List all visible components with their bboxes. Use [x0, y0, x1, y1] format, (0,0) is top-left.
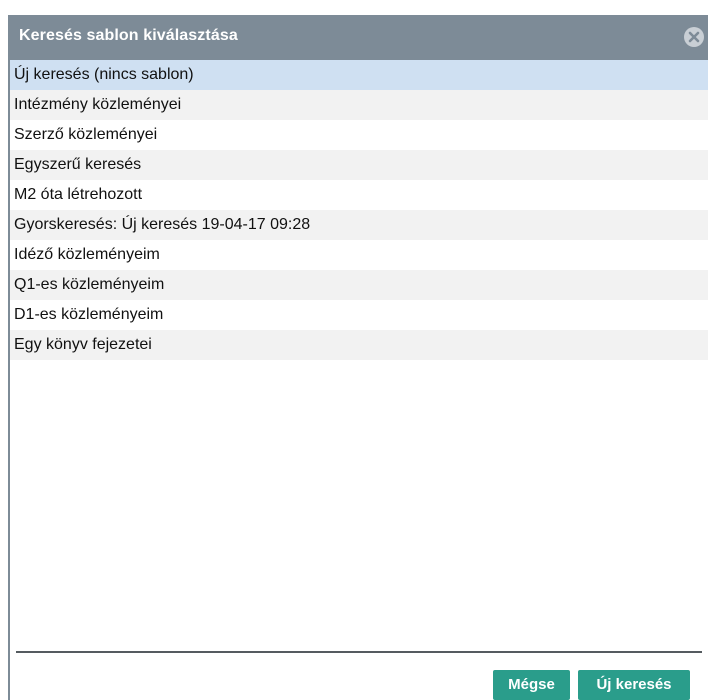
- list-item[interactable]: Idéző közleményeim: [10, 240, 708, 270]
- list-item[interactable]: Intézmény közleményei: [10, 90, 708, 120]
- list-item[interactable]: Szerző közleményei: [10, 120, 708, 150]
- cancel-button[interactable]: Mégse: [493, 670, 570, 700]
- list-item[interactable]: D1-es közleményeim: [10, 300, 708, 330]
- list-item[interactable]: Új keresés (nincs sablon): [10, 60, 708, 90]
- dialog-footer: Mégse Új keresés: [10, 654, 708, 700]
- list-item[interactable]: Q1-es közleményeim: [10, 270, 708, 300]
- close-icon[interactable]: [684, 27, 704, 47]
- list-item[interactable]: Egy könyv fejezetei: [10, 330, 708, 360]
- list-item[interactable]: Egyszerű keresés: [10, 150, 708, 180]
- new-search-button[interactable]: Új keresés: [578, 670, 690, 700]
- dialog-title: Keresés sablon kiválasztása: [19, 27, 238, 44]
- close-icon-glyph: [688, 31, 700, 43]
- dialog-titlebar[interactable]: Keresés sablon kiválasztása: [8, 15, 708, 60]
- footer-divider: [16, 651, 702, 653]
- template-select-dialog: Keresés sablon kiválasztása Új keresés (…: [8, 15, 708, 700]
- template-list: Új keresés (nincs sablon) Intézmény közle…: [10, 60, 708, 648]
- list-item[interactable]: Gyorskeresés: Új keresés 19-04-17 09:28: [10, 210, 708, 240]
- list-item[interactable]: M2 óta létrehozott: [10, 180, 708, 210]
- dialog-content: Új keresés (nincs sablon) Intézmény közle…: [10, 60, 708, 700]
